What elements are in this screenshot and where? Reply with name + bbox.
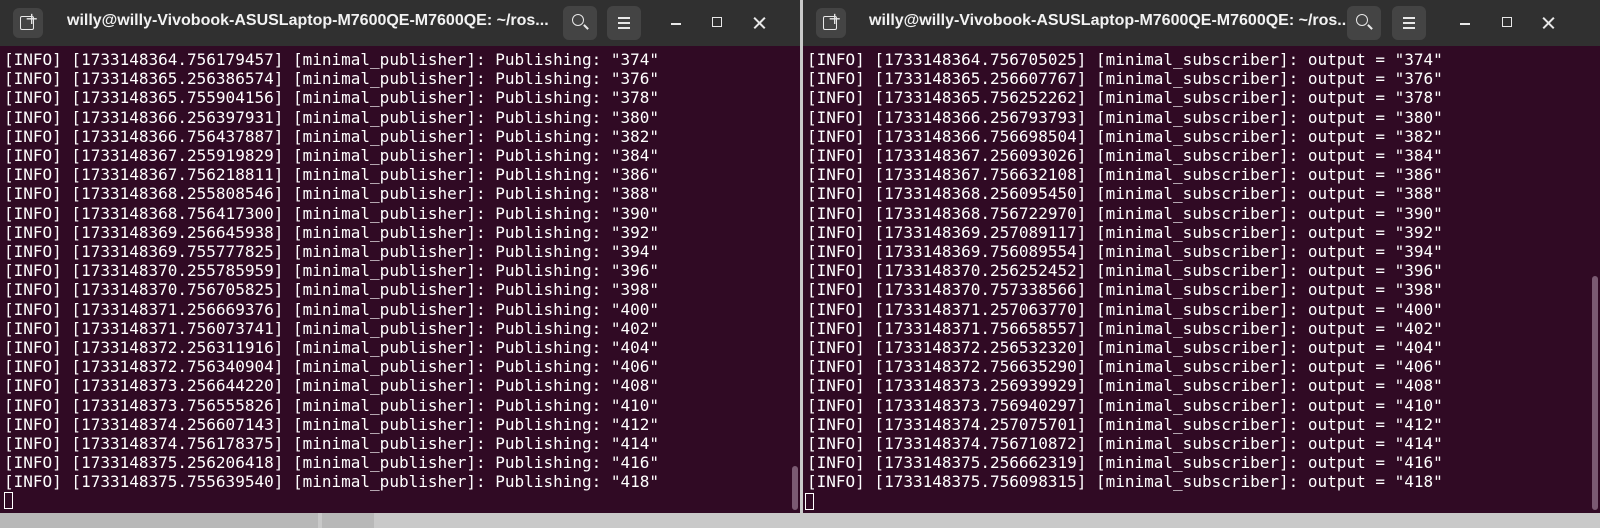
maximize-button[interactable] [706, 11, 730, 35]
output-line: [INFO] [1733148374.756178375] [minimal_p… [4, 434, 660, 454]
output-line: [INFO] [1733148375.755639540] [minimal_p… [4, 472, 660, 492]
terminal-output[interactable]: [INFO] [1733148364.756179457] [minimal_p… [4, 50, 790, 492]
output-line: [INFO] [1733148371.756658557] [minimal_s… [807, 318, 1443, 338]
output-line: [INFO] [1733148368.756417300] [minimal_p… [4, 203, 660, 223]
close-button[interactable] [748, 11, 772, 35]
output-line: [INFO] [1733148366.256397931] [minimal_p… [4, 107, 660, 127]
output-line: [INFO] [1733148365.755904156] [minimal_p… [4, 88, 660, 108]
window-title: willy@willy-Vivobook-ASUSLaptop-M7600QE-… [67, 12, 549, 29]
terminal-window-subscriber[interactable]: + willy@willy-Vivobook-ASUSLaptop-M7600Q… [803, 0, 1600, 522]
new-tab-button[interactable]: + [13, 8, 43, 38]
output-line: [INFO] [1733148368.256095450] [minimal_s… [807, 184, 1443, 204]
maximize-icon [1502, 17, 1512, 27]
minimize-button[interactable] [1454, 11, 1478, 35]
output-line: [INFO] [1733148374.756710872] [minimal_s… [807, 434, 1443, 454]
terminal-window-publisher[interactable]: + willy@willy-Vivobook-ASUSLaptop-M7600Q… [0, 0, 800, 522]
output-line: [INFO] [1733148375.256662319] [minimal_s… [807, 453, 1443, 473]
output-line: [INFO] [1733148370.256252452] [minimal_s… [807, 261, 1443, 281]
output-line: [INFO] [1733148374.257075701] [minimal_s… [807, 414, 1443, 434]
output-line: [INFO] [1733148369.756089554] [minimal_s… [807, 242, 1443, 262]
text-cursor [805, 493, 814, 510]
output-line: [INFO] [1733148375.256206418] [minimal_p… [4, 453, 660, 473]
output-line: [INFO] [1733148372.256532320] [minimal_s… [807, 338, 1443, 358]
output-line: [INFO] [1733148374.256607143] [minimal_p… [4, 414, 660, 434]
maximize-button[interactable] [1496, 11, 1520, 35]
search-icon [572, 14, 584, 26]
new-tab-button[interactable]: + [816, 8, 846, 38]
output-line: [INFO] [1733148369.755777825] [minimal_p… [4, 242, 660, 262]
minimize-icon [1460, 23, 1470, 25]
output-line: [INFO] [1733148366.756698504] [minimal_s… [807, 126, 1443, 146]
text-cursor [4, 492, 13, 509]
output-line: [INFO] [1733148368.756722970] [minimal_s… [807, 203, 1443, 223]
output-line: [INFO] [1733148371.256669376] [minimal_p… [4, 299, 660, 319]
output-line: [INFO] [1733148364.756705025] [minimal_s… [807, 50, 1443, 69]
output-line: [INFO] [1733148373.256644220] [minimal_p… [4, 376, 660, 396]
output-line: [INFO] [1733148373.756555826] [minimal_p… [4, 395, 660, 415]
maximize-icon [712, 17, 722, 27]
output-line: [INFO] [1733148365.756252262] [minimal_s… [807, 88, 1443, 108]
output-line: [INFO] [1733148365.256386574] [minimal_p… [4, 69, 660, 89]
menu-button[interactable] [607, 6, 641, 40]
search-button[interactable] [563, 6, 597, 40]
title-bar[interactable]: + willy@willy-Vivobook-ASUSLaptop-M7600Q… [0, 0, 800, 46]
output-line: [INFO] [1733148372.756340904] [minimal_p… [4, 357, 660, 377]
output-line: [INFO] [1733148370.757338566] [minimal_s… [807, 280, 1443, 300]
scrollbar-thumb[interactable] [1592, 276, 1598, 510]
scrollbar-thumb[interactable] [792, 466, 798, 510]
window-title: willy@willy-Vivobook-ASUSLaptop-M7600QE-… [869, 12, 1351, 29]
output-line: [INFO] [1733148372.756635290] [minimal_s… [807, 357, 1443, 377]
output-line: [INFO] [1733148371.756073741] [minimal_p… [4, 318, 660, 338]
title-bar[interactable]: + willy@willy-Vivobook-ASUSLaptop-M7600Q… [803, 0, 1600, 46]
terminal-output[interactable]: [INFO] [1733148364.756705025] [minimal_s… [807, 50, 1590, 492]
menu-button[interactable] [1392, 6, 1426, 40]
close-button[interactable] [1537, 11, 1561, 35]
output-line: [INFO] [1733148370.255785959] [minimal_p… [4, 261, 660, 281]
output-line: [INFO] [1733148368.255808546] [minimal_p… [4, 184, 660, 204]
output-line: [INFO] [1733148369.256645938] [minimal_p… [4, 222, 660, 242]
output-line: [INFO] [1733148367.756218811] [minimal_p… [4, 165, 660, 185]
output-line: [INFO] [1733148370.756705825] [minimal_p… [4, 280, 660, 300]
output-line: [INFO] [1733148369.257089117] [minimal_s… [807, 222, 1443, 242]
output-line: [INFO] [1733148364.756179457] [minimal_p… [4, 50, 660, 69]
output-line: [INFO] [1733148373.756940297] [minimal_s… [807, 395, 1443, 415]
minimize-button[interactable] [665, 11, 689, 35]
search-button[interactable] [1347, 6, 1381, 40]
output-line: [INFO] [1733148375.756098315] [minimal_s… [807, 472, 1443, 492]
output-line: [INFO] [1733148367.256093026] [minimal_s… [807, 146, 1443, 166]
output-line: [INFO] [1733148372.256311916] [minimal_p… [4, 338, 660, 358]
output-line: [INFO] [1733148373.256939929] [minimal_s… [807, 376, 1443, 396]
output-line: [INFO] [1733148367.255919829] [minimal_p… [4, 146, 660, 166]
bottom-strip [0, 513, 1600, 528]
output-line: [INFO] [1733148365.256607767] [minimal_s… [807, 69, 1443, 89]
minimize-icon [671, 23, 681, 25]
output-line: [INFO] [1733148366.756437887] [minimal_p… [4, 126, 660, 146]
search-icon [1356, 14, 1368, 26]
output-line: [INFO] [1733148367.756632108] [minimal_s… [807, 165, 1443, 185]
output-line: [INFO] [1733148366.256793793] [minimal_s… [807, 107, 1443, 127]
output-line: [INFO] [1733148371.257063770] [minimal_s… [807, 299, 1443, 319]
